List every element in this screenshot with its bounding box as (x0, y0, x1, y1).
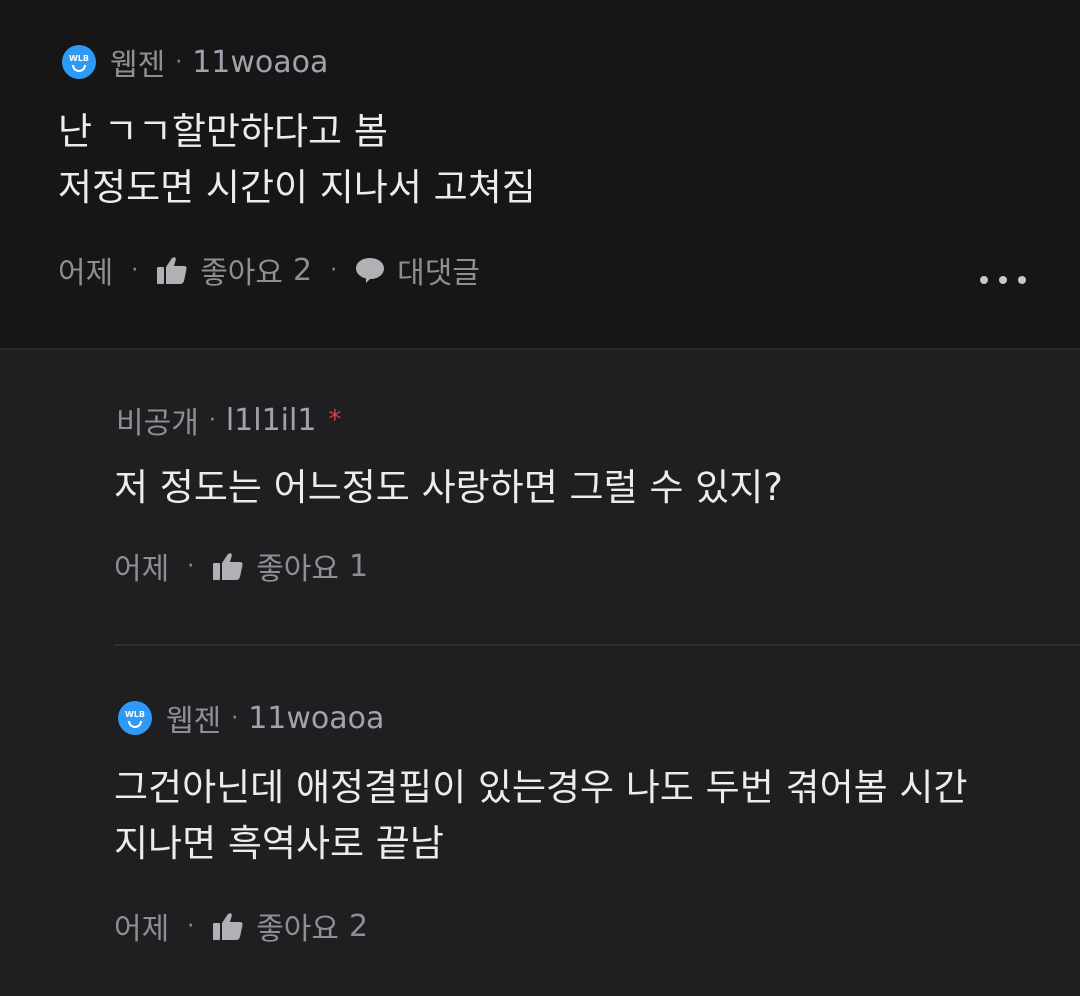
wlb-smile-icon: WLB (62, 45, 96, 79)
author-name[interactable]: 11woaoa (248, 701, 384, 736)
comment-meta: WLB 웹젠 · 11woaoa (62, 40, 328, 84)
like-button[interactable]: 좋아요 2 (212, 904, 368, 948)
comment-line: 지나면 흑역사로 끝남 (114, 822, 444, 865)
like-button[interactable]: 좋아요 1 (212, 544, 368, 588)
like-count: 1 (349, 548, 369, 584)
comment-body: 난 ㄱㄱ할만하다고 봄 저정도면 시간이 지나서 고쳐짐 (58, 104, 536, 216)
thumbs-up-icon (213, 913, 243, 940)
reply-label: 대댓글 (397, 256, 480, 291)
divider (114, 644, 1080, 646)
author-name[interactable]: l1l1il1 (226, 403, 317, 438)
comment-line: 그건아닌데 애정결핍이 있는경우 나도 두번 겪어봄 시간 (114, 766, 968, 809)
like-label: 좋아요 (256, 912, 340, 947)
comment-time: 어제 (58, 256, 114, 291)
like-label: 좋아요 (200, 256, 284, 291)
thumbs-up-icon (157, 257, 187, 284)
wlb-smile-icon: WLB (118, 701, 152, 735)
company-name[interactable]: 웹젠 (166, 696, 221, 740)
reply-meta: WLB 웹젠 · 11woaoa (118, 696, 384, 740)
comment-time: 어제 (114, 552, 170, 587)
private-mark: * (328, 405, 342, 435)
comment-line: 저 정도는 어느정도 사랑하면 그럴 수 있지? (114, 466, 783, 509)
reply-actions: 어제 · 좋아요 1 (114, 544, 368, 588)
comment-actions: 어제 · 좋아요 2 · 대댓글 (58, 248, 480, 292)
company-name[interactable]: 비공개 (116, 398, 199, 442)
comment-line: 난 ㄱㄱ할만하다고 봄 (58, 110, 388, 153)
company-name[interactable]: 웹젠 (110, 40, 165, 84)
author-name[interactable]: 11woaoa (192, 45, 328, 80)
reply-button[interactable]: 대댓글 (355, 248, 480, 292)
comment-time: 어제 (114, 912, 170, 947)
company-logo-text: WLB (124, 709, 146, 719)
reply-section (0, 350, 1080, 996)
reply-meta: 비공개 · l1l1il1 * (116, 398, 342, 442)
like-count: 2 (349, 908, 369, 944)
reply-body: 그건아닌데 애정결핍이 있는경우 나도 두번 겪어봄 시간 지나면 흑역사로 끝… (114, 760, 968, 872)
reply-body: 저 정도는 어느정도 사랑하면 그럴 수 있지? (114, 460, 783, 516)
thumbs-up-icon (213, 553, 243, 580)
company-logo-text: WLB (68, 53, 90, 63)
comment-line: 저정도면 시간이 지나서 고쳐짐 (58, 166, 536, 209)
like-button[interactable]: 좋아요 2 (156, 248, 312, 292)
more-dots-icon[interactable] (980, 268, 1026, 292)
like-count: 2 (293, 252, 313, 288)
like-label: 좋아요 (256, 552, 340, 587)
reply-actions: 어제 · 좋아요 2 (114, 904, 368, 948)
speech-bubble-icon (356, 258, 385, 283)
